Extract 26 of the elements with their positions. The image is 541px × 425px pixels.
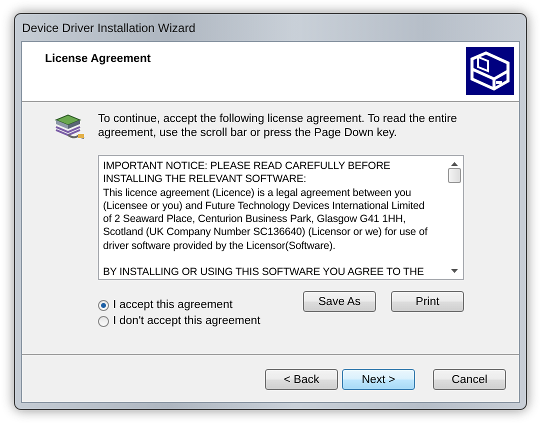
license-text-line: This licence agreement (Licence) is a legal agreement between you <box>103 186 412 200</box>
scroll-up-arrow-icon[interactable] <box>451 162 458 166</box>
radio-button[interactable] <box>98 300 109 310</box>
wizard-nav-button[interactable]: < Back <box>265 369 338 390</box>
radio-label[interactable]: I don't accept this agreement <box>113 315 260 327</box>
radio-label[interactable]: I accept this agreement <box>113 299 233 311</box>
hardware-icon <box>466 47 514 95</box>
dialog-button[interactable]: Save As <box>303 291 376 312</box>
license-text-line: (Licensee or you) and Future Technology Devices International Limited <box>103 200 426 214</box>
radio-button[interactable] <box>98 316 109 326</box>
wizard-nav-button[interactable]: Cancel <box>433 369 506 390</box>
computer-cable-icon <box>54 112 86 142</box>
window-title: Device Driver Installation Wizard <box>22 20 196 34</box>
instruction-text: To continue, accept the following license agreement. To read the entire agreement, use the scroll bar or press the Page Down key. <box>98 112 458 140</box>
license-text-line: of 2 Seaward Place, Centurion Business Park, Glasgow G41 1HH, <box>103 213 407 226</box>
dialog-button[interactable]: Print <box>391 291 464 312</box>
page-title: License Agreement <box>45 52 151 67</box>
license-text-line: driver software provided by the Licensor(Software). <box>103 240 336 254</box>
scroll-down-arrow-icon[interactable] <box>451 269 458 273</box>
scroll-thumb[interactable] <box>448 168 461 183</box>
wizard-nav-button[interactable]: Next > <box>342 369 415 390</box>
license-text-line: Scotland (UK Company Number SC136640) (Licensor or we) for use of <box>103 226 428 240</box>
license-text-line: IMPORTANT NOTICE: PLEASE READ CAREFULLY BEFORE <box>103 160 392 174</box>
license-text-line: BY INSTALLING OR USING THIS SOFTWARE YOU AGREE TO THE <box>103 266 425 279</box>
license-text-line: INSTALLING THE RELEVANT SOFTWARE: <box>103 173 308 187</box>
license-text-area[interactable] <box>98 155 464 280</box>
